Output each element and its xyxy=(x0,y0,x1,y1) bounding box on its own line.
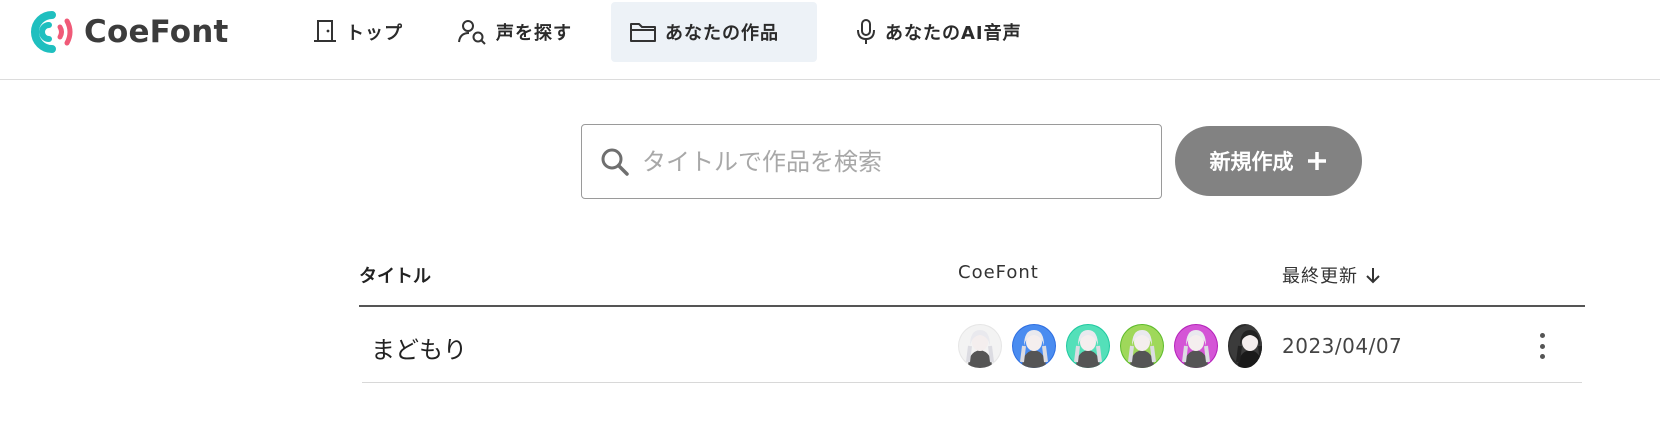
character-portrait-icon xyxy=(1013,325,1055,368)
search-box[interactable] xyxy=(581,124,1162,199)
coefont-avatar[interactable] xyxy=(1066,324,1110,368)
coefont-logo-icon xyxy=(31,11,73,53)
character-portrait-icon xyxy=(959,325,1001,368)
coefont-avatar[interactable] xyxy=(1120,324,1164,368)
logo-text: CoeFont xyxy=(84,14,229,50)
arrow-down-icon xyxy=(1366,268,1380,284)
character-portrait-icon xyxy=(1121,325,1163,368)
nav-label-search-voice: 声を探す xyxy=(496,23,572,44)
nav-item-top[interactable]: トップ xyxy=(294,2,421,62)
column-header-title[interactable]: タイトル xyxy=(359,262,431,288)
kebab-dot xyxy=(1539,354,1545,359)
folder-icon xyxy=(630,23,656,42)
row-title[interactable]: まどもり xyxy=(371,330,467,365)
door-icon xyxy=(314,20,336,42)
column-header-updated-label: 最終更新 xyxy=(1282,266,1358,287)
search-user-icon xyxy=(458,20,486,45)
plus-icon xyxy=(1307,152,1326,170)
kebab-dot xyxy=(1539,333,1545,338)
new-work-button-label: 新規作成 xyxy=(1209,150,1294,174)
nav-item-search-voice[interactable]: 声を探す xyxy=(440,2,590,62)
nav-label-your-ai-voice: あなたのAI音声 xyxy=(885,23,1022,44)
nav-item-your-works[interactable]: あなたの作品 xyxy=(611,2,817,62)
character-portrait-icon xyxy=(1175,325,1217,368)
column-header-coefont: CoeFont xyxy=(958,262,1039,283)
coefont-avatar[interactable] xyxy=(958,324,1002,368)
search-input[interactable] xyxy=(642,147,1142,176)
nav-item-your-ai-voice[interactable]: あなたのAI音声 xyxy=(837,2,1040,62)
microphone-icon xyxy=(857,19,875,44)
top-header: CoeFont トップ 声を探す あなたの作品 あなたのAI音声 xyxy=(0,0,1660,80)
character-portrait-icon xyxy=(1229,325,1262,368)
search-icon xyxy=(601,148,629,176)
coefont-avatar[interactable] xyxy=(1012,324,1056,368)
nav-label-top: トップ xyxy=(346,23,403,44)
table-row-divider xyxy=(362,382,1582,383)
coefont-avatar[interactable] xyxy=(1174,324,1218,368)
row-date: 2023/04/07 xyxy=(1282,334,1403,358)
table-header-divider xyxy=(359,305,1585,307)
new-work-button[interactable]: 新規作成 xyxy=(1175,126,1362,196)
column-header-updated[interactable]: 最終更新 xyxy=(1282,262,1382,288)
nav-label-your-works: あなたの作品 xyxy=(665,23,779,44)
kebab-dot xyxy=(1539,343,1545,349)
coefont-logo[interactable]: CoeFont xyxy=(22,8,229,56)
coefont-avatar[interactable] xyxy=(1228,324,1262,368)
more-options-icon[interactable] xyxy=(1530,333,1554,359)
character-portrait-icon xyxy=(1067,325,1109,368)
